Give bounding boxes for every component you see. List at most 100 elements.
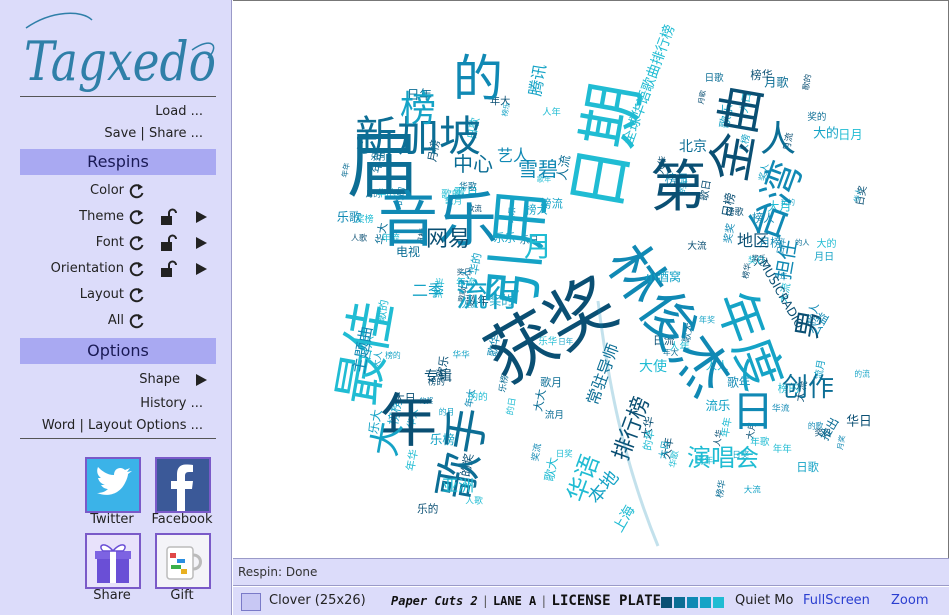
tagxedo-logo: Tagxedo [24, 12, 216, 93]
palette-swatch[interactable] [713, 597, 724, 608]
load-link[interactable]: Load ... [155, 104, 203, 119]
cloud-word[interactable]: 的 [453, 50, 503, 108]
font-sample-3[interactable]: LICENSE PLATE [552, 593, 662, 609]
cloud-word[interactable]: 雪碧 [518, 157, 558, 181]
cloud-word[interactable]: 专辑 [424, 369, 452, 385]
zoom-link[interactable]: Zoom [891, 593, 928, 608]
facebook-label: Facebook [151, 512, 213, 527]
save-link[interactable]: Save [104, 126, 136, 141]
share-button[interactable] [85, 533, 141, 589]
word-link[interactable]: Word [42, 418, 75, 433]
cloud-word[interactable]: 大 [365, 419, 410, 459]
respin-icon[interactable] [128, 260, 146, 278]
shape-label[interactable]: Shape [139, 372, 180, 387]
history-menu[interactable]: History ... [140, 396, 203, 411]
cloud-word[interactable]: 大使 [639, 358, 667, 375]
twitter-icon [97, 467, 132, 495]
lock-icon[interactable] [160, 208, 178, 226]
play-icon[interactable] [192, 260, 210, 278]
sidebar: Tagxedo Load ... Save | Share ... Respin… [0, 0, 232, 615]
respin-icon[interactable] [128, 208, 146, 226]
lock-icon[interactable] [160, 260, 178, 278]
cloud-word[interactable]: 中心 [453, 152, 493, 176]
shape-swatch[interactable] [241, 593, 261, 611]
lock-icon[interactable] [160, 234, 178, 252]
font-sample-1[interactable]: Paper Cuts 2 [391, 594, 478, 608]
palette-swatch[interactable] [674, 597, 685, 608]
cloud-word[interactable]: 腾讯 [525, 63, 549, 98]
shape-row[interactable]: Shape [20, 370, 216, 390]
cloud-filler-word: 大流 [687, 240, 707, 252]
respin-theme-row: Theme [20, 207, 216, 227]
play-icon[interactable] [192, 371, 210, 389]
cloud-word[interactable]: 二季 [412, 281, 444, 300]
facebook-button[interactable] [155, 457, 211, 513]
theme-name[interactable]: Quiet Mo [735, 593, 793, 608]
cloud-word[interactable]: 创作 [782, 373, 834, 403]
respin-layout-label: Layout [79, 287, 124, 302]
cloud-word[interactable]: 月 [524, 230, 552, 263]
cloud-word[interactable]: 演唱会 [687, 444, 759, 472]
play-icon[interactable] [192, 234, 210, 252]
cloud-word[interactable]: 地区 [737, 231, 769, 250]
respin-font-row: Font [20, 233, 216, 253]
cloud-filler-word: 榜华 [750, 68, 772, 82]
gift-label: Gift [170, 588, 194, 603]
respin-icon[interactable] [128, 182, 146, 200]
tagxedo-canvas[interactable]: 月的 奖的 大日 华日 华大 人人 日奖 大年 榜大 榜日 华华 榜人 华的 大流 榜的 日歌 歌流 的人 的奖 的歌… [233, 0, 949, 558]
cloud-word[interactable]: 上海 [611, 503, 639, 535]
cloud-filler-word: 流乐 [706, 398, 731, 413]
cloud-filler-word: 华日 [846, 415, 872, 430]
cloud-filler-word: 年年 [773, 443, 793, 455]
cloud-word[interactable]: 日 [732, 387, 774, 436]
cloud-filler-word: 人歌 [351, 232, 367, 242]
cloud-filler-word: 日月 [838, 128, 863, 142]
respin-orientation-label: Orientation [50, 261, 124, 276]
respin-icon[interactable] [128, 286, 146, 304]
cloud-filler-word: 月日 [814, 251, 834, 263]
cloud-filler-word: 大的 [817, 237, 837, 250]
cloud-filler-word: 月歌 [696, 89, 707, 105]
options-header: Options [20, 338, 216, 364]
respin-icon[interactable] [128, 234, 146, 252]
cloud-word[interactable]: 电视 [396, 244, 420, 259]
cloud-filler-word: 的的 [468, 390, 488, 403]
font-samples: Paper Cuts 2 | LANE A | LICENSE PLATE [391, 593, 661, 609]
shape-name[interactable]: Clover (25x26) [269, 593, 366, 608]
respin-font-label: Font [95, 235, 124, 250]
word-cloud[interactable]: 月的奖的大日华日华大人人日奖 大年榜大榜日华华榜人华的大流榜的日歌歌流的人的奖的歌… [233, 1, 947, 557]
cloud-filler-word: 的日 [504, 397, 519, 416]
cloud-word[interactable]: 榜 [400, 89, 436, 130]
gift-button[interactable] [155, 533, 211, 589]
bottom-toolbar: Clover (25x26) Paper Cuts 2 | LANE A | LICEN… [233, 587, 949, 615]
cloud-filler-word: 乐歌 [337, 210, 362, 225]
twitter-button[interactable] [85, 457, 141, 513]
palette-swatch[interactable] [661, 597, 672, 608]
cloud-word[interactable]: 小酒窝 [645, 269, 681, 284]
cloud-word[interactable]: 第 [650, 155, 706, 220]
history-link[interactable]: History ... [140, 396, 203, 411]
cloud-word[interactable]: 流行 [456, 276, 520, 314]
respin-icon[interactable] [128, 312, 146, 330]
menu-divider: | [79, 418, 84, 433]
cloud-word[interactable]: 北京 [679, 139, 707, 155]
cloud-filler-word: 华流 [772, 402, 790, 414]
layout-options-link[interactable]: Layout Options ... [88, 418, 203, 433]
load-menu[interactable]: Load ... [155, 104, 203, 119]
share-link[interactable]: Share ... [149, 126, 203, 141]
cloud-filler-word: 大的 [813, 126, 839, 142]
respin-all-label: All [107, 313, 124, 328]
palette-swatch[interactable] [687, 597, 698, 608]
cloud-word[interactable]: 网易 [426, 227, 470, 252]
cloud-word[interactable]: 亚洲 [442, 476, 474, 495]
play-icon[interactable] [192, 208, 210, 226]
palette-swatch[interactable] [700, 597, 711, 608]
fullscreen-link[interactable]: FullScreen [803, 593, 870, 608]
cloud-word[interactable]: 人 [760, 119, 796, 160]
cloud-word[interactable]: 全球华语歌曲排行榜 [619, 22, 678, 146]
save-share-menu: Save | Share ... [104, 126, 203, 141]
cloud-filler-word: 日奖 [556, 448, 573, 458]
respins-header: Respins [20, 149, 216, 175]
font-sample-2[interactable]: LANE A [493, 594, 536, 608]
logo-divider [20, 96, 216, 97]
